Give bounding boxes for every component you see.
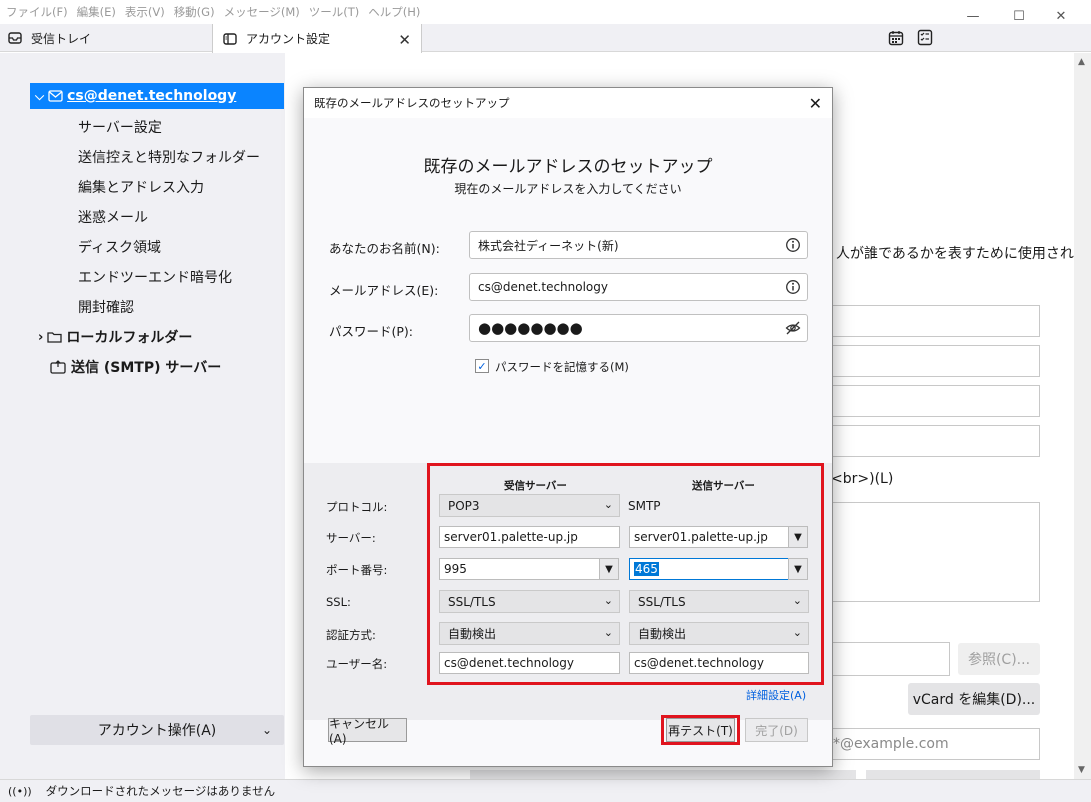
menu-message[interactable]: メッセージ(M): [224, 4, 300, 20]
sidebar-local-folders[interactable]: › ローカルフォルダー: [38, 327, 192, 347]
email-field[interactable]: cs@denet.technology: [469, 273, 808, 301]
status-text: ダウンロードされたメッセージはありません: [45, 784, 276, 798]
identity-field[interactable]: [826, 345, 1040, 377]
name-label: あなたのお名前(N):: [329, 241, 440, 256]
sidebar-item-server-settings[interactable]: サーバー設定: [78, 117, 162, 137]
name-field[interactable]: 株式会社ディーネット(新): [469, 231, 808, 259]
account-setup-dialog: 既存のメールアドレスのセットアップ ✕ 既存のメールアドレスのセットアップ 現在…: [303, 87, 833, 767]
identity-description-text: 人が誰であるかを表すために使用され: [836, 246, 1074, 262]
dialog-body: 既存のメールアドレスのセットアップ 現在のメールアドレスを入力してください あな…: [304, 118, 832, 766]
remember-password-label: パスワードを記憶する(M): [495, 360, 629, 374]
account-sidebar: ⌵ cs@denet.technology サーバー設定 送信控えと特別なフォル…: [0, 53, 285, 779]
chevron-right-icon: ›: [38, 329, 44, 345]
info-icon: [786, 280, 800, 294]
dialog-title: 既存のメールアドレスのセットアップ: [314, 96, 510, 110]
chevron-down-icon: ⌵: [35, 88, 45, 103]
signature-textarea[interactable]: [826, 502, 1040, 602]
scroll-down-icon[interactable]: ▼: [1078, 765, 1085, 775]
close-icon[interactable]: ✕: [809, 94, 822, 113]
password-field[interactable]: ●●●●●●●●: [469, 314, 808, 342]
tab-account-settings[interactable]: アカウント設定 ✕: [212, 24, 422, 53]
password-label: パスワード(P):: [329, 324, 414, 339]
folder-icon: [47, 332, 63, 343]
sidebar-account-row[interactable]: ⌵ cs@denet.technology: [30, 83, 284, 109]
menu-edit[interactable]: 編集(E): [77, 4, 116, 20]
eye-slash-icon[interactable]: [785, 320, 801, 336]
sidebar-smtp[interactable]: 送信 (SMTP) サーバー: [50, 357, 221, 377]
sidebar-account-name: cs@denet.technology: [67, 88, 237, 104]
highlight-box: [427, 463, 824, 685]
remember-password-checkbox[interactable]: ✓: [475, 359, 489, 373]
advanced-config-link[interactable]: 詳細設定(A): [746, 687, 806, 703]
menu-tools[interactable]: ツール(T): [309, 4, 360, 20]
menu-help[interactable]: ヘルプ(H): [368, 4, 420, 20]
inbox-icon: [8, 32, 22, 44]
tab-inbox[interactable]: 受信トレイ: [8, 24, 208, 52]
menu-file[interactable]: ファイル(F): [6, 4, 68, 20]
sidebar-local-folders-label: ローカルフォルダー: [66, 330, 193, 346]
background-button-edge: [470, 770, 856, 779]
identity-field[interactable]: [826, 385, 1040, 417]
done-button[interactable]: 完了(D): [745, 718, 808, 742]
menubar: ファイル(F) 編集(E) 表示(V) 移動(G) メッセージ(M) ツール(T…: [0, 0, 1091, 24]
browse-button[interactable]: 参照(C)...: [958, 643, 1040, 675]
background-button-edge: [866, 770, 1040, 779]
edit-vcard-button[interactable]: vCard を編集(D)...: [908, 683, 1040, 715]
email-value: cs@denet.technology: [478, 280, 608, 294]
menu-view[interactable]: 表示(V): [125, 4, 165, 20]
tabbar: 受信トレイ アカウント設定 ✕: [0, 24, 1091, 53]
sidebar-smtp-label: 送信 (SMTP) サーバー: [71, 360, 222, 376]
tab-account-label: アカウント設定: [246, 32, 331, 46]
sidebar-item-junk[interactable]: 迷惑メール: [78, 207, 148, 227]
settings-page-icon: [223, 32, 237, 45]
ssl-label: SSL:: [326, 595, 351, 609]
server-label: サーバー:: [326, 531, 376, 545]
signature-file-field[interactable]: [826, 642, 950, 676]
mail-icon: [48, 90, 63, 102]
online-status-icon[interactable]: ((•)): [8, 785, 32, 798]
tasks-icon[interactable]: [917, 29, 933, 46]
identity-field[interactable]: [826, 425, 1040, 457]
signature-html-label: <br>)(L): [831, 471, 894, 487]
username-label: ユーザー名:: [326, 657, 388, 671]
port-label: ポート番号:: [326, 563, 388, 577]
dialog-heading: 既存のメールアドレスのセットアップ: [423, 157, 713, 177]
outbox-icon: [50, 360, 66, 374]
sidebar-item-e2e-encryption[interactable]: エンドツーエンド暗号化: [78, 267, 232, 287]
close-icon: ✕: [1055, 8, 1067, 24]
tab-inbox-label: 受信トレイ: [31, 31, 92, 46]
protocol-label: プロトコル:: [326, 500, 388, 514]
sidebar-item-copies-folders[interactable]: 送信控えと特別なフォルダー: [78, 147, 260, 167]
minimize-icon: —: [966, 8, 980, 24]
calendar-icon[interactable]: [888, 30, 904, 46]
chevron-down-icon: ⌄: [261, 723, 272, 737]
sidebar-item-return-receipts[interactable]: 開封確認: [78, 297, 134, 317]
scroll-up-icon[interactable]: ▲: [1078, 57, 1085, 67]
info-icon: [786, 238, 800, 252]
cancel-button[interactable]: キャンセル(A): [328, 717, 407, 746]
account-actions-label: アカウント操作(A): [97, 723, 217, 739]
sidebar-item-disk-space[interactable]: ディスク領域: [78, 237, 161, 257]
email-pattern-field[interactable]: *@example.com: [826, 728, 1040, 760]
email-label: メールアドレス(E):: [329, 283, 439, 298]
account-actions-button[interactable]: アカウント操作(A) ⌄: [30, 715, 284, 745]
name-value: 株式会社ディーネット(新): [478, 238, 619, 253]
statusbar: ((•)) ダウンロードされたメッセージはありません: [0, 779, 1091, 802]
identity-field[interactable]: [826, 305, 1040, 337]
password-value: ●●●●●●●●: [478, 319, 583, 337]
dialog-titlebar: 既存のメールアドレスのセットアップ ✕: [304, 88, 832, 118]
tab-close-icon[interactable]: ✕: [398, 31, 411, 49]
sidebar-item-composition[interactable]: 編集とアドレス入力: [78, 177, 204, 197]
maximize-icon: ☐: [1013, 8, 1025, 24]
retest-button[interactable]: 再テスト(T): [666, 718, 735, 742]
auth-label: 認証方式:: [326, 628, 376, 642]
menu-go[interactable]: 移動(G): [174, 4, 215, 20]
dialog-subheading: 現在のメールアドレスを入力してください: [454, 182, 682, 196]
scrollbar[interactable]: ▲ ▼: [1074, 53, 1091, 779]
